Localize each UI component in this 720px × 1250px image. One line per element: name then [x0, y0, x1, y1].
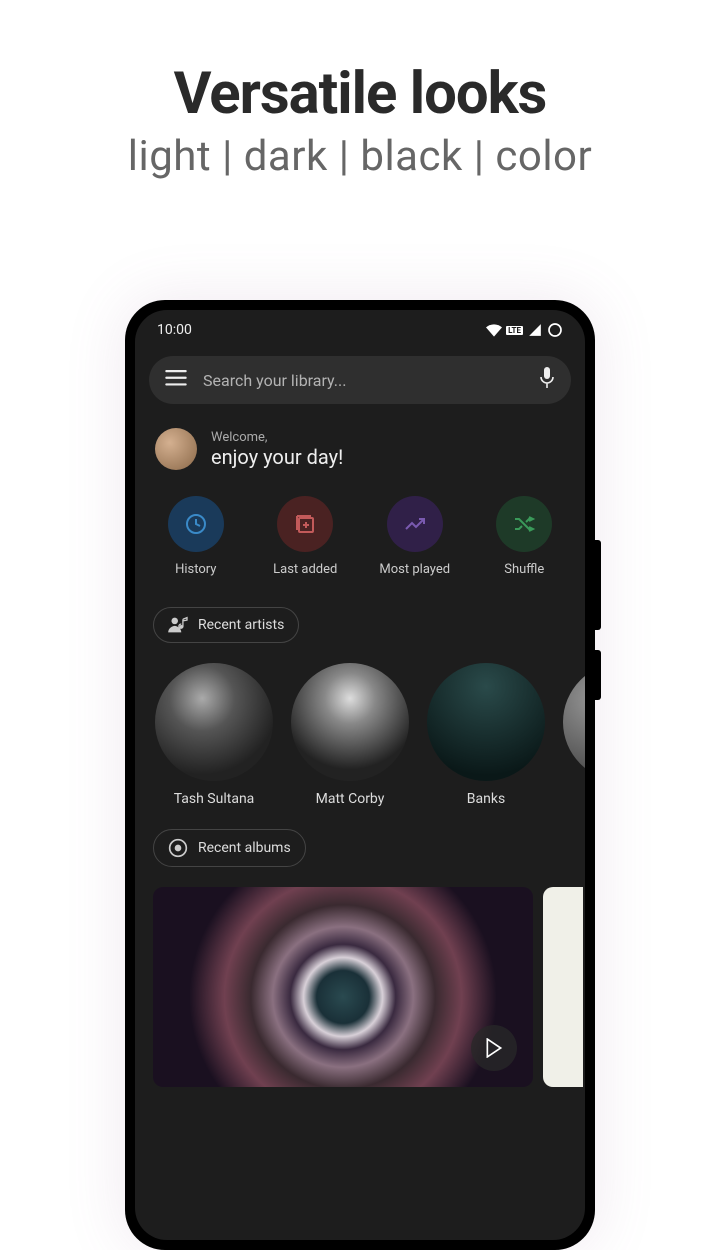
phone-side-button [595, 650, 601, 700]
promo-subtitle: light | dark | black | color [0, 132, 720, 181]
album-card[interactable] [543, 887, 583, 1087]
artist-item[interactable]: Tash Sultana [155, 663, 273, 807]
phone-side-button [595, 540, 601, 630]
album-icon [168, 838, 188, 858]
phone-frame: 10:00 LTE Search your library... Welcome… [125, 300, 595, 1250]
welcome-block: Welcome, enjoy your day! [135, 414, 585, 488]
trending-icon [387, 496, 443, 552]
section-label: Recent artists [198, 617, 284, 633]
welcome-main: enjoy your day! [211, 445, 343, 469]
mic-icon[interactable] [539, 367, 555, 393]
artist-item[interactable] [563, 663, 585, 807]
battery-icon [547, 322, 563, 338]
quick-label: History [175, 562, 216, 577]
menu-icon[interactable] [165, 370, 187, 390]
artist-avatar [563, 663, 585, 781]
artist-avatar [291, 663, 409, 781]
artist-name: Tash Sultana [174, 791, 255, 807]
quick-last-added[interactable]: Last added [251, 496, 361, 577]
wifi-icon [486, 323, 502, 337]
artists-row[interactable]: Tash Sultana Matt Corby Banks [135, 659, 585, 817]
clock-icon [168, 496, 224, 552]
lte-badge: LTE [506, 326, 523, 335]
artist-avatar [155, 663, 273, 781]
phone-screen: 10:00 LTE Search your library... Welcome… [135, 310, 585, 1240]
albums-row[interactable] [135, 883, 585, 1087]
quick-shuffle[interactable]: Shuffle [470, 496, 580, 577]
status-icons: LTE [486, 322, 563, 338]
quick-history[interactable]: History [141, 496, 251, 577]
artist-icon [168, 616, 188, 634]
add-library-icon [277, 496, 333, 552]
status-time: 10:00 [157, 322, 192, 338]
signal-icon [527, 323, 543, 337]
promo-title: Versatile looks [0, 60, 720, 128]
search-placeholder: Search your library... [203, 371, 539, 390]
quick-label: Last added [273, 562, 337, 577]
search-bar[interactable]: Search your library... [149, 356, 571, 404]
promo-header: Versatile looks light | dark | black | c… [0, 0, 720, 181]
section-label: Recent albums [198, 840, 291, 856]
play-icon [485, 1038, 503, 1058]
artist-avatar [427, 663, 545, 781]
quick-most-played[interactable]: Most played [360, 496, 470, 577]
recent-albums-pill[interactable]: Recent albums [153, 829, 306, 867]
avatar[interactable] [155, 428, 197, 470]
shuffle-icon [496, 496, 552, 552]
artist-item[interactable]: Matt Corby [291, 663, 409, 807]
quick-label: Most played [379, 562, 450, 577]
play-button[interactable] [471, 1025, 517, 1071]
album-card[interactable] [153, 887, 533, 1087]
artist-name: Banks [467, 791, 505, 807]
quick-label: Shuffle [504, 562, 544, 577]
welcome-sub: Welcome, [211, 430, 343, 445]
quick-actions: History Last added Most played Shuffle [135, 488, 585, 595]
recent-artists-pill[interactable]: Recent artists [153, 607, 299, 643]
artist-name: Matt Corby [316, 791, 385, 807]
artist-item[interactable]: Banks [427, 663, 545, 807]
status-bar: 10:00 LTE [135, 310, 585, 346]
